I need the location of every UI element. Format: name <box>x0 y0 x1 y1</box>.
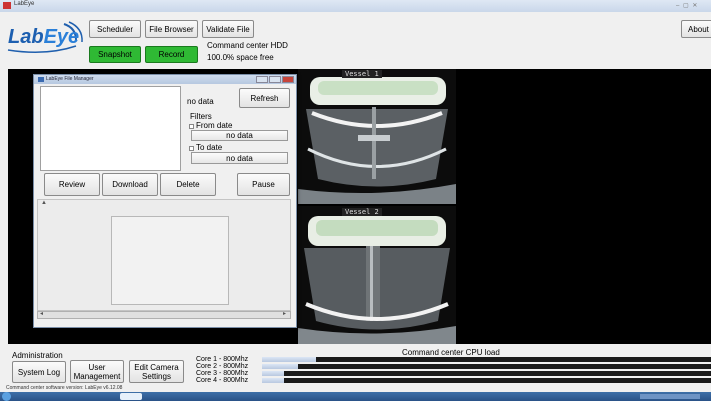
preview-panel: ▲ <box>37 199 291 311</box>
from-date-field[interactable]: no data <box>191 130 288 141</box>
administration-title: Administration <box>12 351 63 360</box>
validate-file-button[interactable]: Validate File <box>202 20 254 38</box>
core-4-label: Core 4 - 800Mhz <box>196 377 249 384</box>
file-manager-window-controls[interactable] <box>256 76 294 83</box>
window-title-bar: LabEye – ▢ ✕ <box>0 0 711 12</box>
camera-label: Vessel 2 <box>342 208 382 216</box>
from-date-label: From date <box>196 121 233 130</box>
camera-label: Vessel 1 <box>342 70 382 78</box>
window-icon <box>38 77 44 82</box>
app-icon <box>3 2 11 9</box>
system-log-button[interactable]: System Log <box>12 361 66 383</box>
to-date-label: To date <box>196 143 223 152</box>
maximize-icon[interactable] <box>269 76 281 83</box>
logo-text-eye: Eye <box>43 26 80 48</box>
record-button[interactable]: Record <box>145 46 198 63</box>
core-2-load-fill <box>262 364 298 369</box>
core-2-label: Core 2 - 800Mhz <box>196 363 249 370</box>
scheduler-button[interactable]: Scheduler <box>89 20 141 38</box>
logo-text-lab: Lab <box>8 26 44 48</box>
file-manager-title: LabEye File Manager <box>46 76 94 82</box>
window-controls[interactable]: – ▢ ✕ <box>676 2 708 9</box>
to-date-checkbox[interactable] <box>189 146 194 151</box>
window-title: LabEye <box>14 1 35 7</box>
camera-feed-vessel-1[interactable]: Vessel 1 <box>298 69 456 204</box>
edit-camera-settings-button[interactable]: Edit Camera Settings <box>129 360 184 383</box>
labeye-logo: LabEye <box>6 20 86 56</box>
review-button[interactable]: Review <box>44 173 100 196</box>
core-2-load-bar <box>262 364 711 369</box>
taskbar-app-icon[interactable] <box>120 393 142 400</box>
user-management-button[interactable]: User Management <box>70 360 124 383</box>
core-4-load-fill <box>262 378 285 383</box>
minimize-icon[interactable] <box>256 76 268 83</box>
pause-button[interactable]: Pause <box>237 173 290 196</box>
system-tray <box>640 394 700 399</box>
start-icon[interactable] <box>2 392 11 401</box>
cpu-load-title: Command center CPU load <box>402 348 500 357</box>
core-1-load-bar <box>262 357 711 362</box>
file-manager-title-bar: LabEye File Manager <box>34 75 296 84</box>
scroll-left-icon[interactable]: ◂ <box>40 310 43 317</box>
horizontal-scrollbar[interactable]: ◂ ▸ <box>37 311 291 319</box>
to-date-field[interactable]: no data <box>191 152 288 164</box>
hdd-space-free: 100.0% space free <box>207 53 274 62</box>
core-1-load-fill <box>262 357 316 362</box>
file-list[interactable] <box>40 86 181 171</box>
close-icon[interactable] <box>282 76 294 83</box>
camera-feed-vessel-2[interactable]: Vessel 2 <box>298 206 456 344</box>
refresh-button[interactable]: Refresh <box>239 88 290 108</box>
core-1-label: Core 1 - 800Mhz <box>196 356 249 363</box>
from-date-checkbox[interactable] <box>189 124 194 129</box>
file-manager-window: LabEye File Manager no data Refresh Filt… <box>33 74 297 328</box>
video-preview <box>111 216 229 305</box>
os-taskbar <box>0 392 711 401</box>
core-3-label: Core 3 - 800Mhz <box>196 370 249 377</box>
snapshot-button[interactable]: Snapshot <box>89 46 141 63</box>
core-3-load-bar <box>262 371 711 376</box>
file-status: no data <box>187 97 214 106</box>
file-browser-button[interactable]: File Browser <box>145 20 198 38</box>
about-button[interactable]: About <box>681 20 711 38</box>
hdd-label: Command center HDD <box>207 41 288 50</box>
scroll-up-icon[interactable]: ▲ <box>41 200 47 206</box>
software-version: Command center software version: LabEye … <box>6 385 123 391</box>
download-button[interactable]: Download <box>102 173 158 196</box>
core-4-load-bar <box>262 378 711 383</box>
core-3-load-fill <box>262 371 285 376</box>
delete-button[interactable]: Delete <box>160 173 216 196</box>
scroll-right-icon[interactable]: ▸ <box>283 310 286 317</box>
filters-label: Filters <box>190 112 212 121</box>
